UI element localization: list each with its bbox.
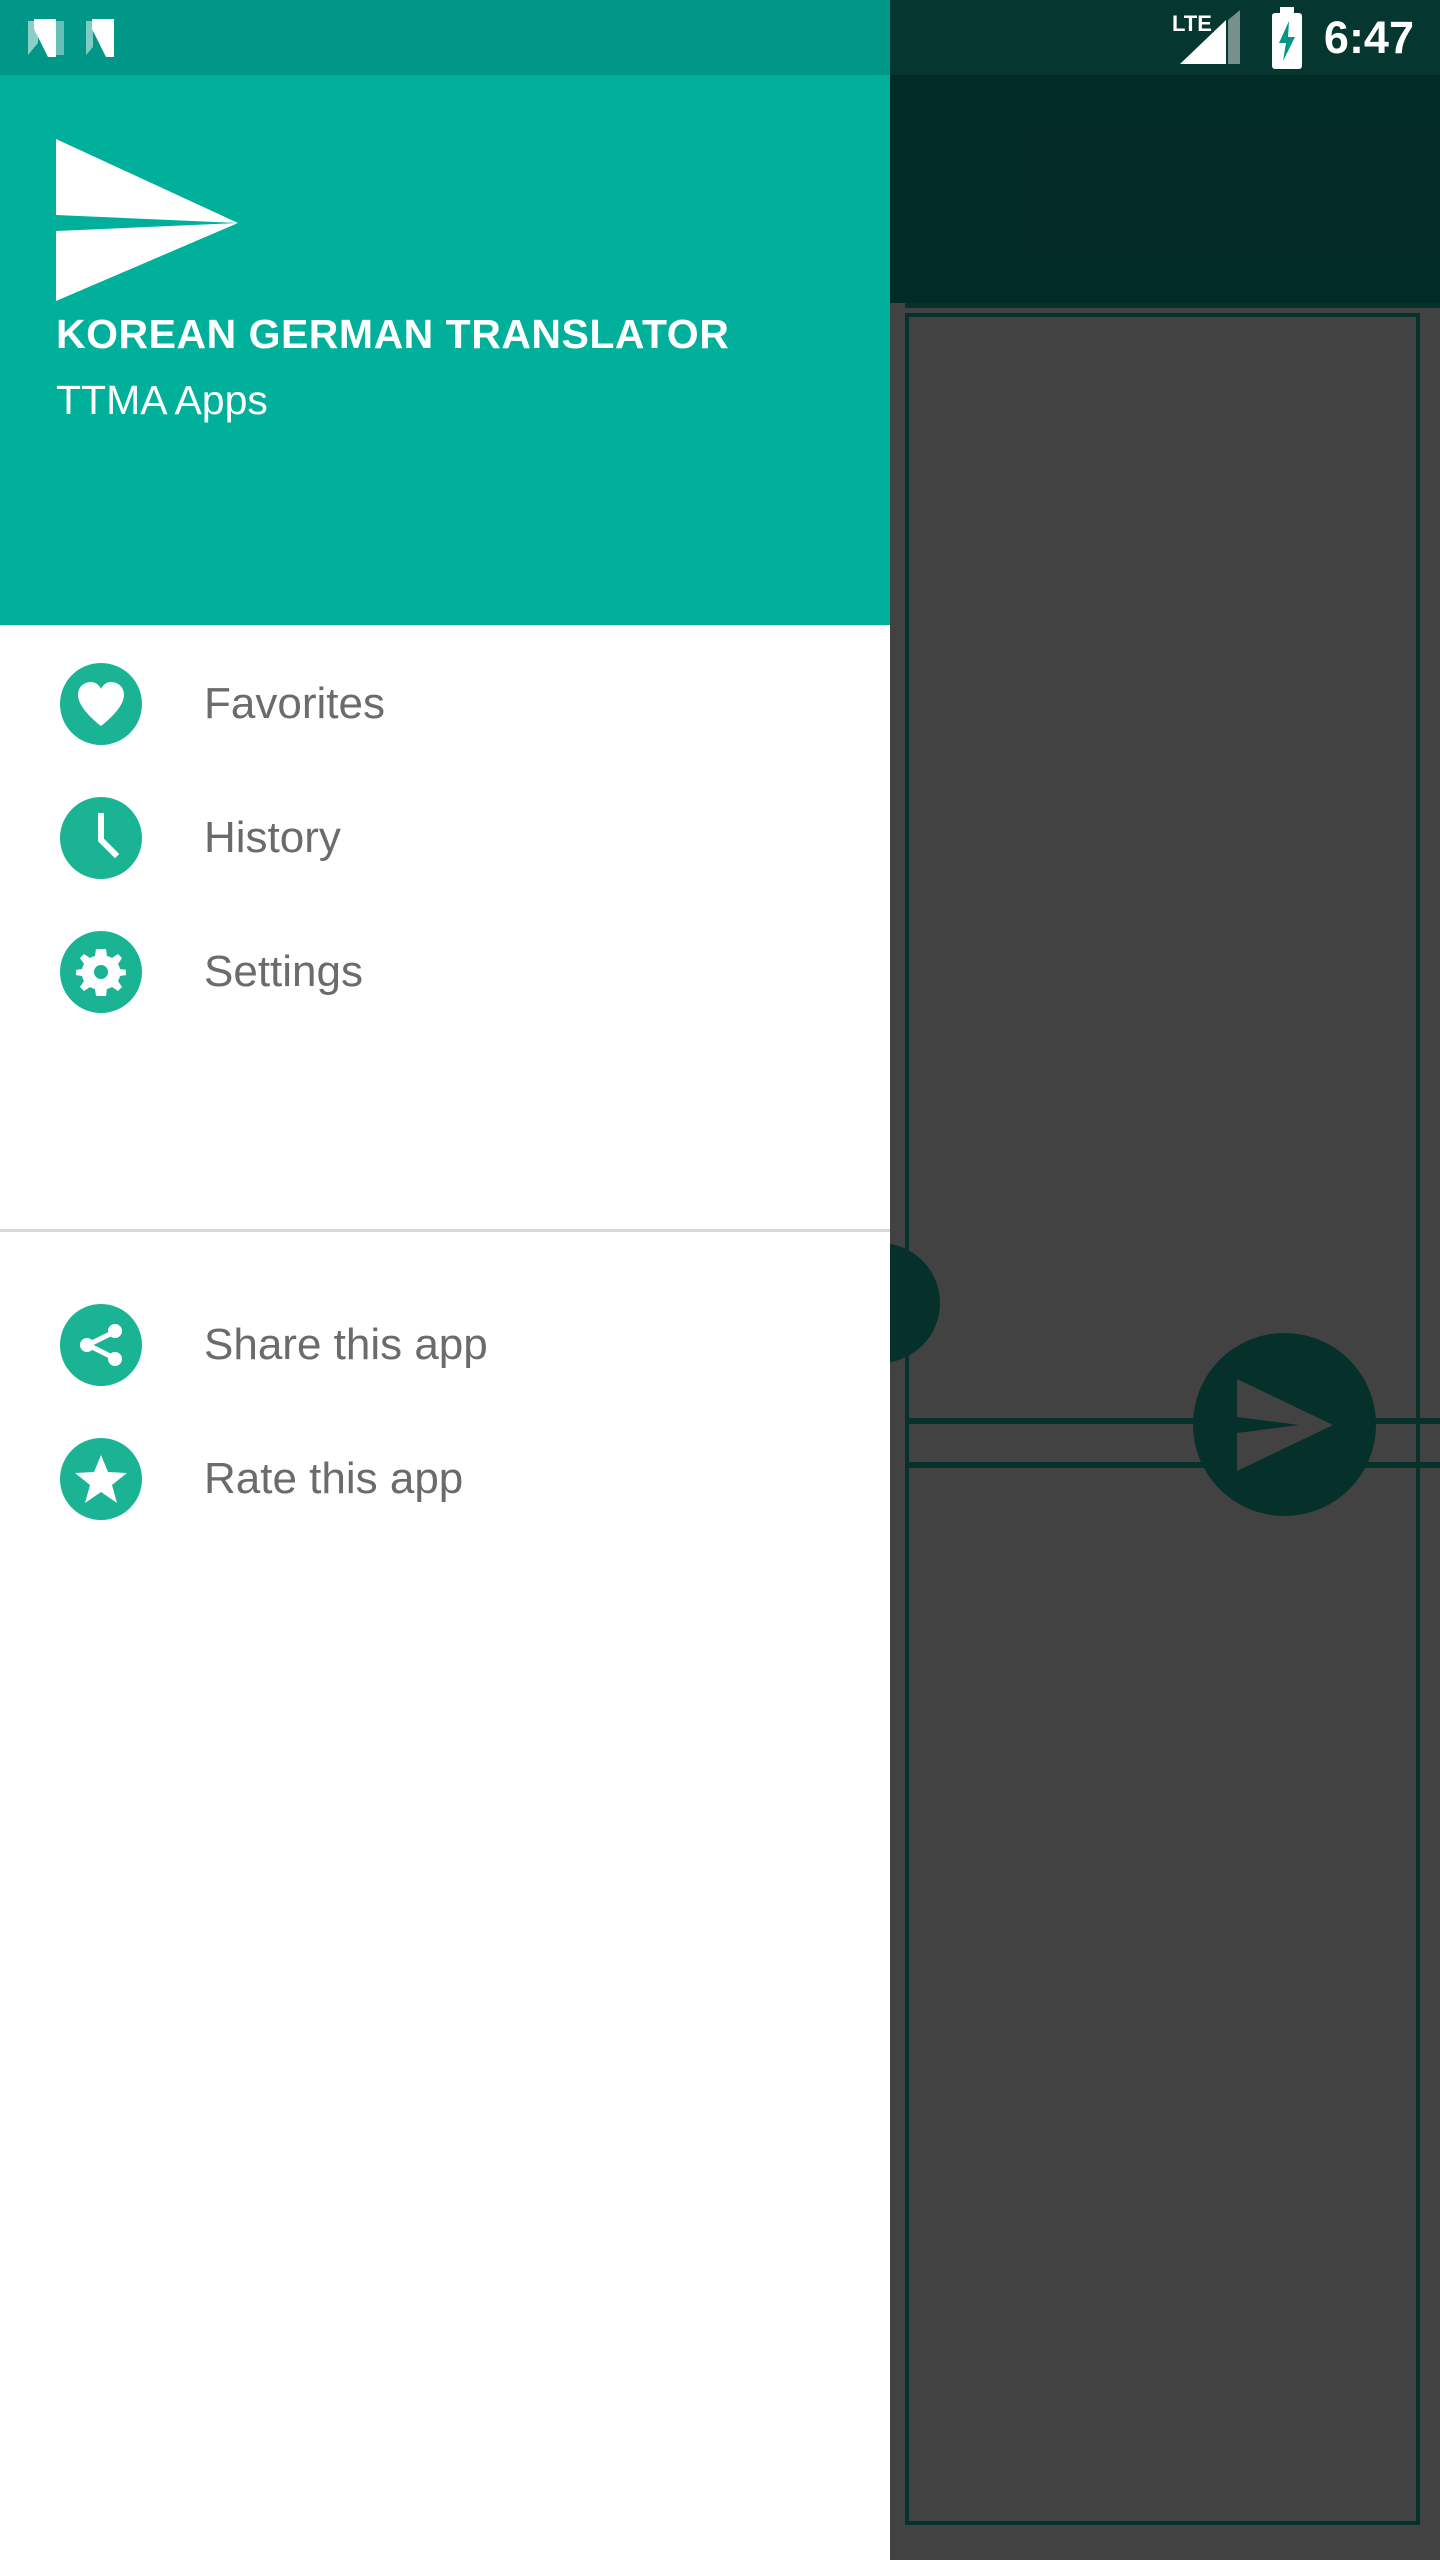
gear-icon	[60, 931, 142, 1013]
screen: GERMAN	[0, 0, 1440, 2560]
lte-signal-icon: LTE	[1170, 8, 1242, 68]
status-bar	[0, 0, 890, 75]
lte-label: LTE	[1172, 11, 1212, 36]
nova-launcher-icon	[84, 15, 124, 61]
drawer-item-label: Rate this app	[204, 1454, 464, 1503]
status-bar-system-icons: LTE 6:47	[890, 0, 1440, 75]
battery-charging-icon	[1268, 6, 1306, 69]
status-bar-notification-icons	[0, 15, 124, 61]
status-bar-clock: 6:47	[1323, 11, 1414, 63]
drawer-item-settings[interactable]: Settings	[0, 917, 890, 1027]
share-icon	[60, 1304, 142, 1386]
drawer-item-label: Favorites	[204, 679, 385, 728]
drawer-item-share-app[interactable]: Share this app	[0, 1290, 890, 1400]
navigation-drawer: KOREAN GERMAN TRANSLATOR TTMA Apps Favor…	[0, 75, 890, 2560]
drawer-item-rate-app[interactable]: Rate this app	[0, 1424, 890, 1534]
nova-launcher-icon	[26, 15, 66, 61]
drawer-item-label: Share this app	[204, 1320, 488, 1369]
drawer-item-label: Settings	[204, 947, 363, 996]
app-publisher: TTMA Apps	[56, 377, 268, 423]
drawer-item-label: History	[204, 813, 341, 862]
paper-plane-send-logo	[52, 135, 238, 310]
drawer-item-favorites[interactable]: Favorites	[0, 649, 890, 759]
drawer-menu-secondary: Share this app Rate this app	[0, 1232, 890, 1534]
clock-icon	[60, 797, 142, 879]
drawer-item-history[interactable]: History	[0, 783, 890, 893]
app-title: KOREAN GERMAN TRANSLATOR	[56, 311, 730, 357]
drawer-header: KOREAN GERMAN TRANSLATOR TTMA Apps	[0, 75, 890, 625]
star-icon	[60, 1438, 142, 1520]
heart-icon	[60, 663, 142, 745]
drawer-menu-primary: Favorites History Settings	[0, 625, 890, 1027]
